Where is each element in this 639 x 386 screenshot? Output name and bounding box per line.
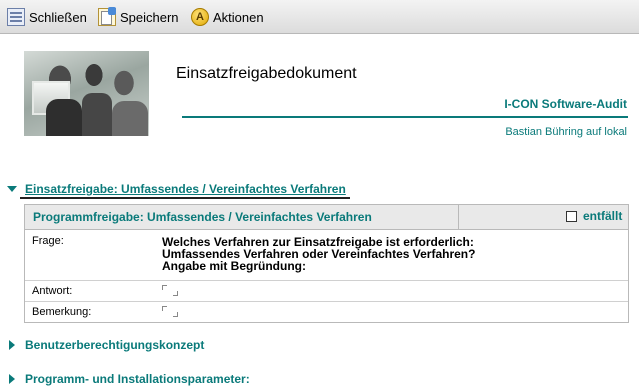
- row-label: Frage:: [32, 235, 64, 247]
- table-row-bemerkung: Bemerkung:: [25, 302, 628, 322]
- table-row-antwort: Antwort:: [25, 281, 628, 302]
- actions-button-label: Aktionen: [213, 9, 264, 25]
- entfaellt-checkbox[interactable]: entfällt: [566, 209, 622, 223]
- header-divider: [182, 116, 628, 118]
- answer-field[interactable]: [162, 285, 178, 297]
- toolbar: Schließen Speichern A Aktionen: [0, 0, 639, 34]
- checkbox-box[interactable]: [566, 210, 577, 222]
- company-name: I-CON Software-Audit: [504, 97, 627, 111]
- save-button-label: Speichern: [120, 9, 179, 25]
- photo-person: [112, 101, 148, 136]
- header-photo: [24, 51, 149, 136]
- question-text: Welches Verfahren zur Einsatzfreigabe is…: [162, 236, 475, 272]
- question-table: Programmfreigabe: Umfassendes / Vereinfa…: [24, 204, 629, 323]
- section-benutzerberechtigungskonzept[interactable]: Benutzerberechtigungskonzept: [7, 338, 204, 352]
- document-title: Einsatzfreigabedokument: [176, 65, 357, 82]
- expanded-triangle-icon: [7, 186, 17, 192]
- section-underline: [20, 197, 350, 199]
- section-programm-installationsparameter[interactable]: Programm- und Installationsparameter:: [7, 372, 250, 386]
- collapsed-triangle-icon: [9, 340, 15, 350]
- save-icon: [98, 7, 116, 26]
- close-button[interactable]: Schließen: [7, 6, 87, 28]
- collapsed-triangle-icon: [9, 374, 15, 384]
- close-button-label: Schließen: [29, 9, 87, 25]
- actions-button[interactable]: A Aktionen: [191, 6, 264, 28]
- close-document-icon: [7, 8, 25, 26]
- question-table-title: Programmfreigabe: Umfassendes / Vereinfa…: [33, 210, 372, 224]
- photo-person: [82, 93, 112, 136]
- photo-person: [46, 99, 82, 136]
- save-button[interactable]: Speichern: [98, 6, 179, 28]
- question-line: Angabe mit Begründung:: [162, 259, 306, 273]
- section-title-label: Programm- und Installationsparameter:: [25, 372, 250, 386]
- row-label: Bemerkung:: [32, 306, 92, 318]
- author-line: Bastian Bühring auf lokal: [505, 126, 627, 138]
- remark-field[interactable]: [162, 306, 178, 318]
- section-title-label: Benutzerberechtigungskonzept: [25, 338, 205, 352]
- actions-icon: A: [191, 8, 209, 26]
- checkbox-label: entfällt: [583, 209, 623, 223]
- table-row-frage: Frage: Welches Verfahren zur Einsatzfrei…: [25, 230, 628, 281]
- question-table-header: Programmfreigabe: Umfassendes / Vereinfa…: [25, 205, 628, 230]
- row-label: Antwort:: [32, 285, 73, 297]
- section-title-label: Einsatzfreigabe: Umfassendes / Vereinfac…: [25, 182, 346, 196]
- header-column-divider: [458, 205, 459, 229]
- section-einsatzfreigabe[interactable]: Einsatzfreigabe: Umfassendes / Vereinfac…: [7, 182, 346, 196]
